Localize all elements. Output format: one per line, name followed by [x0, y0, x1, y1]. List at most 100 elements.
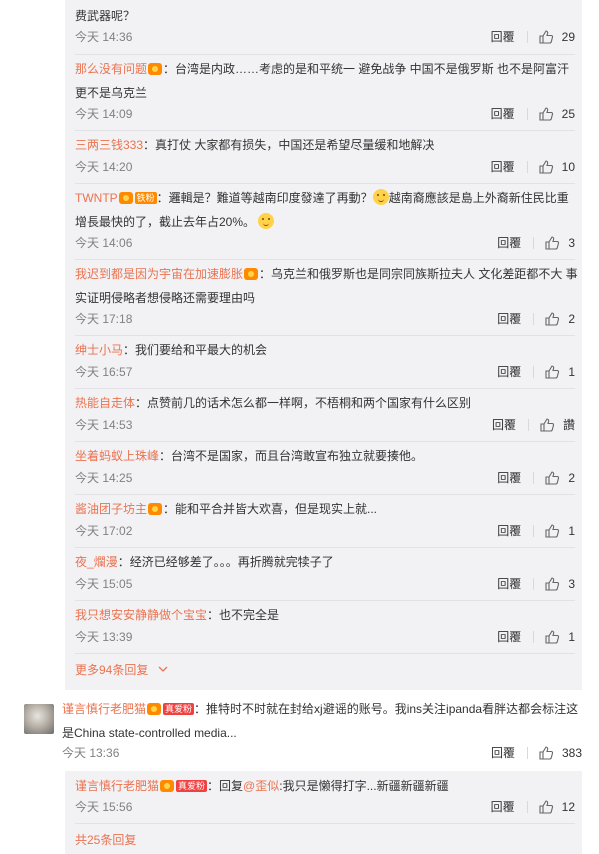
- divider: [533, 366, 535, 378]
- like-button[interactable]: 29: [538, 27, 575, 47]
- comment-time: 今天 14:20: [75, 160, 133, 174]
- like-button[interactable]: 1: [544, 362, 575, 382]
- comment-username[interactable]: 夜_爛漫: [75, 555, 118, 569]
- like-count: 讚: [562, 418, 575, 432]
- comment-body: ：真打仗 大家都有损失，中国还是希望尽量缓和地解决: [143, 138, 435, 152]
- reply-button[interactable]: 回覆: [491, 797, 515, 817]
- divider: [75, 441, 575, 442]
- reply-button[interactable]: 回覆: [497, 468, 521, 488]
- like-button[interactable]: 1: [544, 627, 575, 647]
- like-button[interactable]: 2: [544, 468, 575, 488]
- comment-body: ：能和平合并皆大欢喜，但是现实上就...: [163, 502, 378, 516]
- like-count: 3: [568, 577, 575, 591]
- reply-button[interactable]: 回覆: [497, 574, 521, 594]
- reply-button[interactable]: 回覆: [497, 309, 521, 329]
- thumbs-up-icon: [539, 800, 553, 814]
- comment-username[interactable]: 三两三钱333: [75, 138, 143, 152]
- reply-button[interactable]: 回覆: [497, 233, 521, 253]
- divider: [75, 653, 575, 654]
- like-count: 2: [568, 471, 575, 485]
- reply-button[interactable]: 回覆: [491, 104, 515, 124]
- reply-button[interactable]: 回覆: [491, 27, 515, 47]
- total-replies-link[interactable]: 共25条回复: [75, 828, 136, 852]
- comment-actions: 回覆 2: [497, 468, 575, 488]
- comment-meta: 今天 14:36 回覆 29: [75, 27, 575, 47]
- fan-tag: 真爱粉: [176, 780, 208, 792]
- more-replies-link[interactable]: 更多94条回复: [75, 658, 168, 682]
- divider: [533, 237, 535, 249]
- comment-meta: 今天 17:02 回覆 1: [75, 521, 575, 541]
- like-count: 12: [561, 800, 575, 814]
- divider: [533, 631, 535, 643]
- fan-tag: 真爱粉: [163, 703, 195, 715]
- comment-username[interactable]: TWNTP: [75, 191, 118, 205]
- comment-time: 今天 15:56: [75, 800, 133, 814]
- divider: [75, 494, 575, 495]
- comment-username[interactable]: 坐着蚂蚁上珠峰: [75, 449, 159, 463]
- comment-text: 绅士小马：我们要给和平最大的机会: [75, 338, 575, 362]
- like-button[interactable]: 25: [538, 104, 575, 124]
- like-count: 25: [561, 107, 575, 121]
- thumbs-up-icon: [539, 107, 553, 121]
- like-count: 1: [568, 524, 575, 538]
- reply-button[interactable]: 回覆: [491, 157, 515, 177]
- comment-username[interactable]: 谨言慎行老肥猫: [75, 779, 159, 793]
- comment-time: 今天 14:53: [75, 418, 133, 432]
- comment-meta: 今天 17:18 回覆 2: [75, 309, 575, 329]
- divider: [533, 525, 535, 537]
- reply-button[interactable]: 回覆: [497, 362, 521, 382]
- reply-button[interactable]: 回覆: [491, 743, 515, 763]
- comment-body: ：经济已经够差了。。。再折腾就完犊子了: [117, 555, 334, 569]
- divider: [526, 801, 528, 813]
- thumbs-up-icon: [545, 630, 560, 644]
- divider: [75, 600, 575, 601]
- comment-actions: 回覆 383: [491, 743, 582, 763]
- like-count: 29: [561, 30, 575, 44]
- main-comment-text: 谨言慎行老肥猫 真爱粉 ：推特时不时就在封给xj避谣的账号。我ins关注ipanda…: [62, 697, 580, 745]
- comment-username[interactable]: 热能自走体: [75, 396, 135, 410]
- reply-button[interactable]: 回覆: [497, 627, 521, 647]
- divider: [75, 183, 575, 184]
- reply-button[interactable]: 回覆: [497, 521, 521, 541]
- reply-button[interactable]: 回覆: [492, 415, 516, 435]
- like-button[interactable]: 讚: [539, 415, 575, 435]
- comment-actions: 回覆 2: [497, 309, 575, 329]
- like-count: 383: [561, 746, 582, 760]
- comment-username[interactable]: 谨言慎行老肥猫: [62, 702, 146, 716]
- comment-text: 费武器呢？: [75, 9, 136, 23]
- like-button[interactable]: 10: [538, 157, 575, 177]
- divider: [526, 161, 528, 173]
- comment-meta: 今天 14:20 回覆 10: [75, 157, 575, 177]
- like-count: 10: [561, 160, 575, 174]
- comment-username[interactable]: 我迟到都是因为宇宙在加速膨胀: [75, 267, 243, 281]
- comment-body: ：我们要给和平最大的机会: [123, 343, 268, 357]
- member-badge-icon: [148, 503, 163, 515]
- like-button[interactable]: 383: [538, 743, 582, 763]
- comment-time: 今天 14:09: [75, 107, 133, 121]
- like-button[interactable]: 1: [544, 521, 575, 541]
- comment-text: 那么没有问题 ：台湾是内政……考虑的是和平统一 避免战争 中国不是俄罗斯 也不是阿…: [75, 57, 580, 105]
- like-button[interactable]: 12: [538, 797, 575, 817]
- comment-username[interactable]: 那么没有问题: [75, 62, 147, 76]
- divider: [526, 31, 528, 43]
- comment-time: 今天 13:36: [62, 746, 120, 760]
- comment-body: ：点赞前几的话术怎么都一样啊，不梧桐和两个国家有什么区别: [135, 396, 472, 410]
- like-count: 1: [568, 630, 575, 644]
- comment-actions: 回覆 12: [491, 797, 575, 817]
- like-button[interactable]: 3: [544, 574, 575, 594]
- like-button[interactable]: 3: [544, 233, 575, 253]
- comment-body: ：邏輯是？難道等越南印度發達了再動？: [156, 191, 373, 205]
- smile-emoji-icon: [372, 189, 389, 205]
- member-badge-icon: [244, 268, 259, 280]
- comment-username[interactable]: 绅士小马: [75, 343, 123, 357]
- comment-time: 今天 14:25: [75, 471, 133, 485]
- comment-actions: 回覆 10: [491, 157, 575, 177]
- comment-username[interactable]: 我只想安安静静做个宝宝: [75, 608, 207, 622]
- comment-username[interactable]: 酱油团子坊主: [75, 502, 147, 516]
- mention-link[interactable]: @歪似: [243, 779, 279, 793]
- avatar[interactable]: [24, 704, 54, 734]
- comment-text: 酱油团子坊主 ：能和平合并皆大欢喜，但是现实上就...: [75, 497, 575, 521]
- divider: [533, 313, 535, 325]
- comment-text: 夜_爛漫：经济已经够差了。。。再折腾就完犊子了: [75, 550, 575, 574]
- like-button[interactable]: 2: [544, 309, 575, 329]
